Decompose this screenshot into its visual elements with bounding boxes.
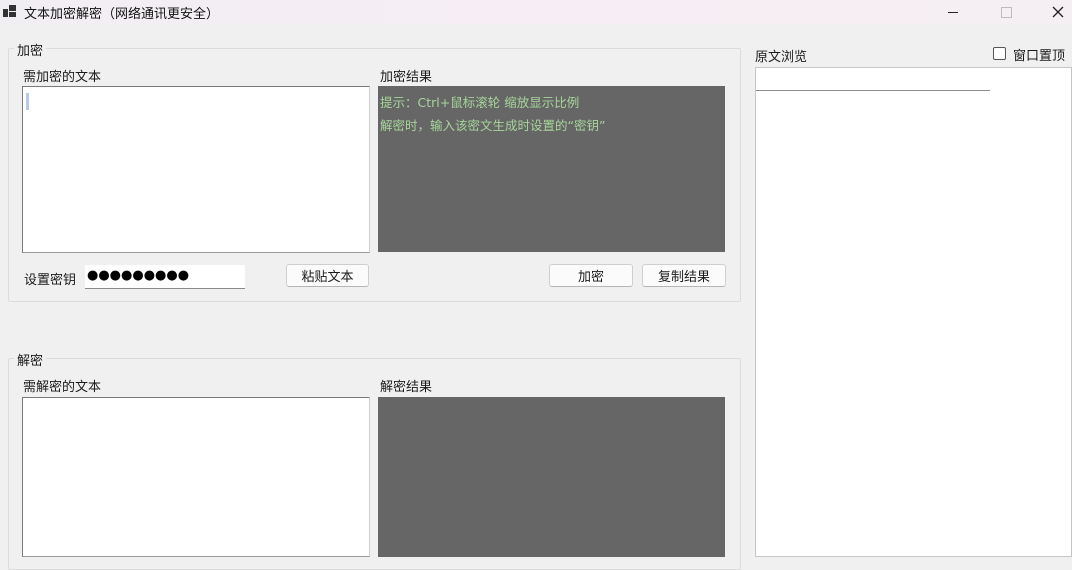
encrypt-result-area[interactable]: 提示：Ctrl+鼠标滚轮 缩放显示比例 解密时，输入该密文生成时设置的“密钥”: [378, 86, 725, 252]
topmost-label[interactable]: 窗口置顶: [1013, 45, 1065, 64]
title-bar[interactable]: 文本加密解密（网络通讯更安全）: [0, 0, 1072, 24]
copy-result-button[interactable]: 复制结果: [642, 264, 726, 287]
paste-text-button[interactable]: 粘贴文本: [286, 264, 369, 287]
key-label: 设置密钥: [24, 273, 77, 288]
app-windows-icon: [3, 4, 17, 18]
window-title: 文本加密解密（网络通讯更安全）: [24, 7, 220, 22]
encrypt-result-label: 加密结果: [380, 70, 433, 85]
decrypt-input-textarea[interactable]: [22, 397, 370, 557]
close-button[interactable]: [1035, 0, 1072, 24]
decrypt-group-title: 解密: [14, 350, 47, 369]
text-caret: [26, 93, 29, 110]
encrypt-button[interactable]: 加密: [549, 264, 633, 287]
topmost-checkbox[interactable]: [993, 47, 1006, 60]
minimize-button[interactable]: [930, 0, 976, 24]
encrypt-group-title: 加密: [14, 40, 47, 59]
decrypt-result-area[interactable]: [378, 397, 725, 557]
hint-key: 解密时，输入该密文生成时设置的“密钥”: [380, 118, 606, 133]
encrypt-input-label: 需加密的文本: [23, 70, 102, 85]
minimize-icon: [948, 11, 958, 13]
maximize-icon: [1000, 6, 1012, 18]
hint-zoom: 提示：Ctrl+鼠标滚轮 缩放显示比例: [380, 95, 580, 110]
close-icon: [1052, 6, 1064, 18]
decrypt-input-label: 需解密的文本: [23, 380, 102, 395]
preview-label: 原文浏览: [755, 50, 808, 65]
encrypt-input-textarea[interactable]: [22, 86, 370, 253]
maximize-button[interactable]: [983, 0, 1029, 24]
preview-separator: [756, 90, 990, 91]
preview-pane[interactable]: [755, 67, 1072, 557]
key-password-input[interactable]: ●●●●●●●●●: [85, 265, 245, 289]
decrypt-result-label: 解密结果: [380, 380, 433, 395]
